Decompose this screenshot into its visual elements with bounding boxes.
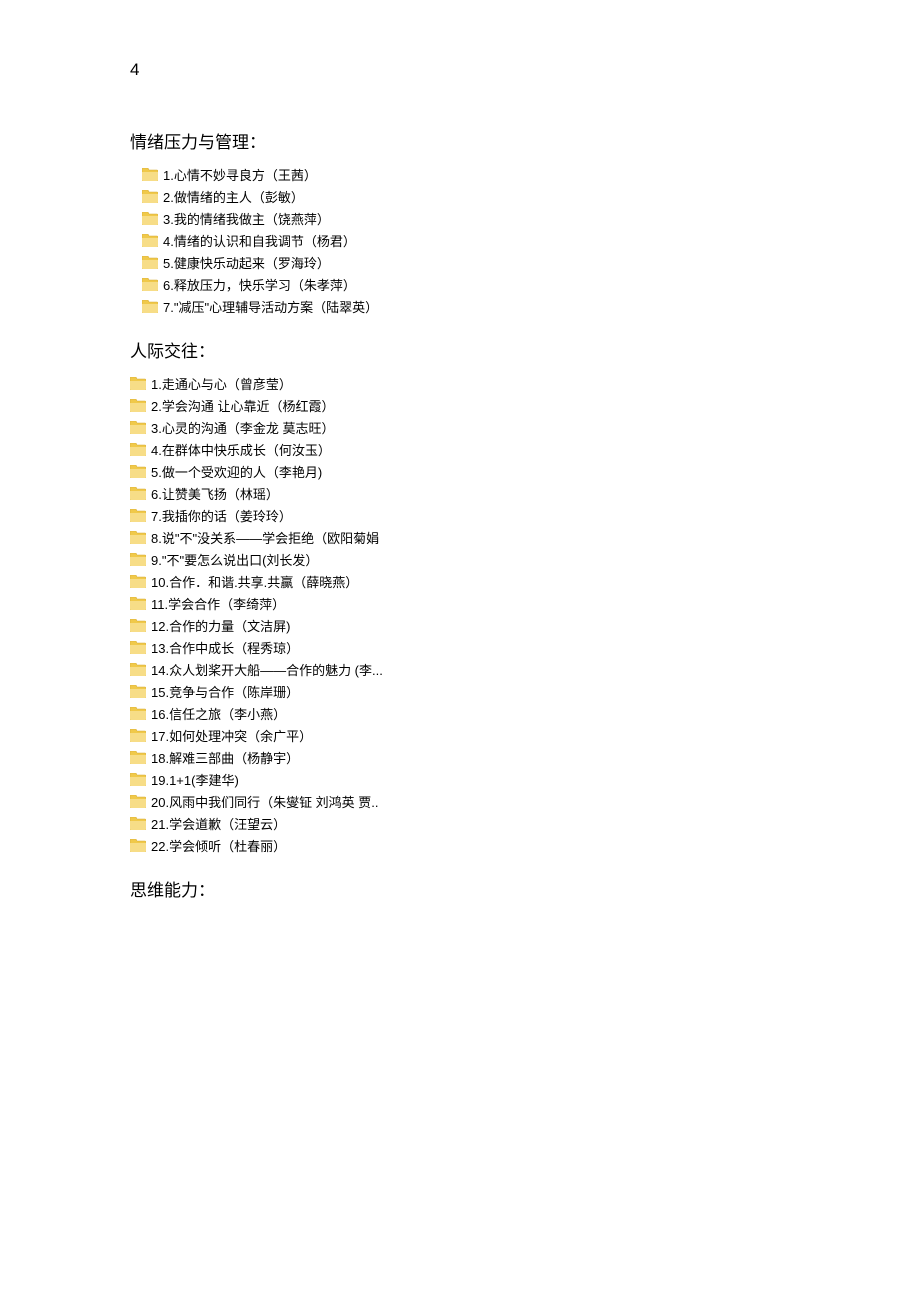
folder-item[interactable]: 6.释放压力，快乐学习（朱孝萍） bbox=[142, 273, 920, 295]
folder-item[interactable]: 19.1+1(李建华) bbox=[130, 768, 920, 790]
section-title: 思维能力： bbox=[130, 876, 920, 901]
folder-label: 3.我的情绪我做主（饶燕萍） bbox=[163, 209, 330, 228]
section-title: 人际交往： bbox=[130, 337, 920, 362]
folder-icon bbox=[130, 795, 146, 808]
folder-item[interactable]: 5.做一个受欢迎的人（李艳月) bbox=[130, 460, 920, 482]
folder-label: 5.健康快乐动起来（罗海玲） bbox=[163, 253, 330, 272]
folder-item[interactable]: 6.让赞美飞扬（林瑶） bbox=[130, 482, 920, 504]
folder-item[interactable]: 21.学会道歉（汪望云） bbox=[130, 812, 920, 834]
folder-label: 7."减压"心理辅导活动方案（陆翠英） bbox=[163, 297, 378, 316]
folder-item[interactable]: 13.合作中成长（程秀琼） bbox=[130, 636, 920, 658]
folder-item[interactable]: 4.情绪的认识和自我调节（杨君） bbox=[142, 229, 920, 251]
folder-label: 2.学会沟通 让心靠近（杨红霞） bbox=[151, 396, 334, 415]
folder-item[interactable]: 9."不"要怎么说出口(刘长发） bbox=[130, 548, 920, 570]
folder-item[interactable]: 10.合作．和谐.共享.共赢（薛晓燕） bbox=[130, 570, 920, 592]
folder-icon bbox=[130, 575, 146, 588]
folder-label: 5.做一个受欢迎的人（李艳月) bbox=[151, 462, 322, 481]
folder-item[interactable]: 20.风雨中我们同行（朱燮钲 刘鸿英 贾.. bbox=[130, 790, 920, 812]
folder-label: 4.情绪的认识和自我调节（杨君） bbox=[163, 231, 356, 250]
folder-label: 12.合作的力量（文洁屏) bbox=[151, 616, 290, 635]
folder-list: 1.心情不妙寻良方（王茜） 2.做情绪的主人（彭敏） 3.我的情绪我做主（饶燕萍… bbox=[130, 163, 920, 317]
folder-label: 9."不"要怎么说出口(刘长发） bbox=[151, 550, 318, 569]
folder-icon bbox=[130, 663, 146, 676]
folder-label: 17.如何处理冲突（余广平） bbox=[151, 726, 312, 745]
folder-item[interactable]: 18.解难三部曲（杨静宇） bbox=[130, 746, 920, 768]
folder-icon bbox=[142, 300, 158, 313]
folder-item[interactable]: 12.合作的力量（文洁屏) bbox=[130, 614, 920, 636]
folder-label: 21.学会道歉（汪望云） bbox=[151, 814, 286, 833]
folder-icon bbox=[130, 729, 146, 742]
folder-icon bbox=[130, 619, 146, 632]
folder-label: 15.竞争与合作（陈岸珊） bbox=[151, 682, 299, 701]
folder-label: 22.学会倾听（杜春丽） bbox=[151, 836, 286, 855]
folder-label: 3.心灵的沟通（李金龙 莫志旺） bbox=[151, 418, 334, 437]
folder-icon bbox=[130, 377, 146, 390]
folder-label: 1.走通心与心（曾彦莹） bbox=[151, 374, 292, 393]
folder-label: 8.说"不"没关系——学会拒绝（欧阳菊娟 bbox=[151, 528, 379, 547]
folder-label: 18.解难三部曲（杨静宇） bbox=[151, 748, 299, 767]
folder-icon bbox=[142, 278, 158, 291]
folder-item[interactable]: 14.众人划桨开大船——合作的魅力 (李... bbox=[130, 658, 920, 680]
folder-item[interactable]: 15.竞争与合作（陈岸珊） bbox=[130, 680, 920, 702]
folder-label: 6.释放压力，快乐学习（朱孝萍） bbox=[163, 275, 356, 294]
folder-icon bbox=[130, 421, 146, 434]
folder-item[interactable]: 17.如何处理冲突（余广平） bbox=[130, 724, 920, 746]
folder-label: 19.1+1(李建华) bbox=[151, 770, 239, 789]
folder-icon bbox=[142, 168, 158, 181]
folder-item[interactable]: 1.心情不妙寻良方（王茜） bbox=[142, 163, 920, 185]
folder-label: 11.学会合作（李绮萍） bbox=[151, 594, 285, 613]
folder-label: 7.我插你的话（姜玲玲） bbox=[151, 506, 292, 525]
folder-icon bbox=[130, 707, 146, 720]
folder-icon bbox=[130, 839, 146, 852]
folder-icon bbox=[130, 685, 146, 698]
folder-item[interactable]: 7."减压"心理辅导活动方案（陆翠英） bbox=[142, 295, 920, 317]
folder-icon bbox=[130, 465, 146, 478]
folder-label: 20.风雨中我们同行（朱燮钲 刘鸿英 贾.. bbox=[151, 792, 379, 811]
folder-icon bbox=[130, 597, 146, 610]
folder-list: 1.走通心与心（曾彦莹） 2.学会沟通 让心靠近（杨红霞） 3.心灵的沟通（李金… bbox=[130, 372, 920, 856]
folder-item[interactable]: 5.健康快乐动起来（罗海玲） bbox=[142, 251, 920, 273]
folder-icon bbox=[130, 641, 146, 654]
section-title: 情绪压力与管理： bbox=[130, 128, 920, 153]
folder-icon bbox=[130, 509, 146, 522]
folder-label: 16.信任之旅（李小燕） bbox=[151, 704, 286, 723]
folder-icon bbox=[130, 399, 146, 412]
folder-item[interactable]: 3.心灵的沟通（李金龙 莫志旺） bbox=[130, 416, 920, 438]
folder-icon bbox=[142, 234, 158, 247]
folder-icon bbox=[142, 256, 158, 269]
folder-icon bbox=[130, 817, 146, 830]
folder-item[interactable]: 2.学会沟通 让心靠近（杨红霞） bbox=[130, 394, 920, 416]
folder-label: 6.让赞美飞扬（林瑶） bbox=[151, 484, 279, 503]
folder-icon bbox=[142, 212, 158, 225]
folder-item[interactable]: 3.我的情绪我做主（饶燕萍） bbox=[142, 207, 920, 229]
folder-label: 2.做情绪的主人（彭敏） bbox=[163, 187, 304, 206]
folder-item[interactable]: 8.说"不"没关系——学会拒绝（欧阳菊娟 bbox=[130, 526, 920, 548]
folder-label: 13.合作中成长（程秀琼） bbox=[151, 638, 299, 657]
folder-item[interactable]: 4.在群体中快乐成长（何汝玉） bbox=[130, 438, 920, 460]
folder-item[interactable]: 11.学会合作（李绮萍） bbox=[130, 592, 920, 614]
folder-icon bbox=[130, 531, 146, 544]
folder-label: 4.在群体中快乐成长（何汝玉） bbox=[151, 440, 331, 459]
folder-icon bbox=[130, 553, 146, 566]
folder-label: 1.心情不妙寻良方（王茜） bbox=[163, 165, 317, 184]
folder-item[interactable]: 22.学会倾听（杜春丽） bbox=[130, 834, 920, 856]
folder-icon bbox=[130, 487, 146, 500]
folder-icon bbox=[130, 751, 146, 764]
folder-label: 10.合作．和谐.共享.共赢（薛晓燕） bbox=[151, 572, 358, 591]
folder-label: 14.众人划桨开大船——合作的魅力 (李... bbox=[151, 660, 383, 679]
folder-icon bbox=[130, 443, 146, 456]
folder-item[interactable]: 2.做情绪的主人（彭敏） bbox=[142, 185, 920, 207]
page-number: 4 bbox=[130, 60, 920, 80]
folder-item[interactable]: 16.信任之旅（李小燕） bbox=[130, 702, 920, 724]
folder-item[interactable]: 1.走通心与心（曾彦莹） bbox=[130, 372, 920, 394]
folder-item[interactable]: 7.我插你的话（姜玲玲） bbox=[130, 504, 920, 526]
folder-icon bbox=[142, 190, 158, 203]
folder-icon bbox=[130, 773, 146, 786]
